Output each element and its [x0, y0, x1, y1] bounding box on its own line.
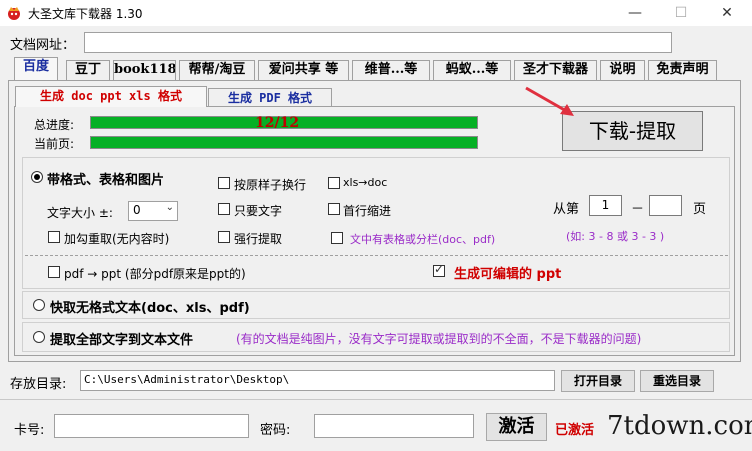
quick-text-radio-label: 快取无格式文本(doc、xls、pdf) [50, 301, 250, 316]
reload-checkbox-label: 加勾重取(无内容时) [64, 232, 170, 246]
tab-book118[interactable]: book118 [113, 60, 176, 80]
indent-checkbox-label: 首行缩进 [343, 204, 392, 218]
text-only-checkbox-label: 只要文字 [234, 204, 283, 218]
extraction-note: (有的文档是纯图片，没有文字可提取或提取到的不全面，不是下载器的问题) [236, 332, 642, 346]
activation-status: 已激活 [555, 423, 595, 438]
tab-douding[interactable]: 豆丁 [66, 60, 110, 80]
chevron-down-icon: ⌄ [165, 202, 174, 213]
editable-ppt-checkbox[interactable] [433, 262, 445, 277]
font-size-label: 文字大小 ±: [47, 206, 113, 220]
text-only-checkbox[interactable] [218, 203, 230, 215]
force-extract-checkbox-label: 强行提取 [234, 232, 283, 246]
reselect-dir-button[interactable]: 重选目录 [640, 370, 714, 392]
window-title: 大圣文库下载器 1.30 [28, 7, 143, 21]
format-radio-label: 带格式、表格和图片 [47, 173, 165, 188]
annotation-arrow-icon [525, 86, 574, 116]
close-button[interactable]: ✕ [704, 0, 750, 26]
tab-bangbang[interactable]: 帮帮/淘豆 [179, 60, 255, 80]
reload-checkbox[interactable] [48, 231, 60, 243]
save-dir-input[interactable]: C:\Users\Administrator\Desktop\ [80, 370, 555, 391]
url-input[interactable] [84, 32, 672, 53]
footer-divider [0, 399, 752, 400]
editable-ppt-checkbox-label: 生成可编辑的 ppt [454, 267, 562, 282]
subtab-pdf-format[interactable]: 生成 PDF 格式 [208, 88, 332, 106]
tab-baidu[interactable]: 百度 [14, 57, 58, 80]
page-from-label: 从第 [553, 202, 580, 217]
font-size-value: 0 [133, 203, 141, 217]
save-dir-label: 存放目录: [10, 377, 67, 392]
page-start-input[interactable]: 1 [589, 195, 622, 216]
maximize-button[interactable]: ☐ [658, 0, 704, 26]
page-end-input[interactable] [649, 195, 682, 216]
line-break-checkbox[interactable] [218, 177, 230, 189]
all-text-radio[interactable] [33, 331, 45, 343]
format-radio[interactable] [31, 171, 43, 183]
subtab-office-formats[interactable]: 生成 doc ppt xls 格式 [15, 86, 207, 107]
minimize-button[interactable]: — [612, 0, 658, 26]
indent-checkbox[interactable] [328, 203, 340, 215]
download-extract-button[interactable]: 下载-提取 [562, 111, 703, 151]
xls-to-doc-checkbox-label: xls→doc [343, 176, 388, 189]
total-progress-label: 总进度: [34, 118, 75, 132]
tab-help[interactable]: 说明 [600, 60, 645, 80]
password-label: 密码: [260, 423, 291, 438]
tab-weipu[interactable]: 维普...等 [352, 60, 430, 80]
page-unit-label: 页 [693, 202, 707, 217]
tab-aiwen[interactable]: 爱问共享 等 [258, 60, 349, 80]
line-break-checkbox-label: 按原样子换行 [234, 178, 307, 192]
title-bar: 大圣文库下载器 1.30 — ☐ ✕ [0, 0, 752, 26]
current-page-label: 当前页: [34, 137, 75, 151]
activate-button[interactable]: 激活 [486, 413, 547, 441]
table-columns-checkbox-label: 文中有表格或分栏(doc、pdf) [350, 233, 496, 246]
all-text-radio-label: 提取全部文字到文本文件 [50, 333, 194, 348]
tab-disclaimer[interactable]: 免责声明 [648, 60, 717, 80]
font-size-select[interactable]: 0 ⌄ [128, 201, 178, 221]
pdf-to-ppt-checkbox-label: pdf → ppt (部分pdf原来是ppt的) [64, 267, 246, 281]
pdf-to-ppt-checkbox[interactable] [48, 266, 60, 278]
tab-shengcai[interactable]: 圣才下载器 [514, 60, 597, 80]
progress-count: 12/12 [255, 115, 300, 131]
card-number-label: 卡号: [14, 423, 45, 438]
force-extract-checkbox[interactable] [218, 231, 230, 243]
page-dash: － [631, 202, 645, 217]
xls-to-doc-checkbox[interactable] [328, 177, 340, 189]
divider [25, 255, 728, 256]
url-label: 文档网址： [10, 38, 76, 53]
table-columns-checkbox[interactable] [331, 232, 343, 244]
password-input[interactable] [314, 414, 474, 438]
tab-mayi[interactable]: 蚂蚁...等 [433, 60, 511, 80]
open-dir-button[interactable]: 打开目录 [561, 370, 635, 392]
page-range-example: (如: 3 - 8 或 3 - 3 ) [566, 230, 665, 243]
quick-text-radio[interactable] [33, 299, 45, 311]
watermark: 7tdown.com [607, 411, 752, 441]
current-page-progress-bar [90, 136, 478, 149]
app-logo-icon [8, 7, 20, 20]
card-number-input[interactable] [54, 414, 249, 438]
